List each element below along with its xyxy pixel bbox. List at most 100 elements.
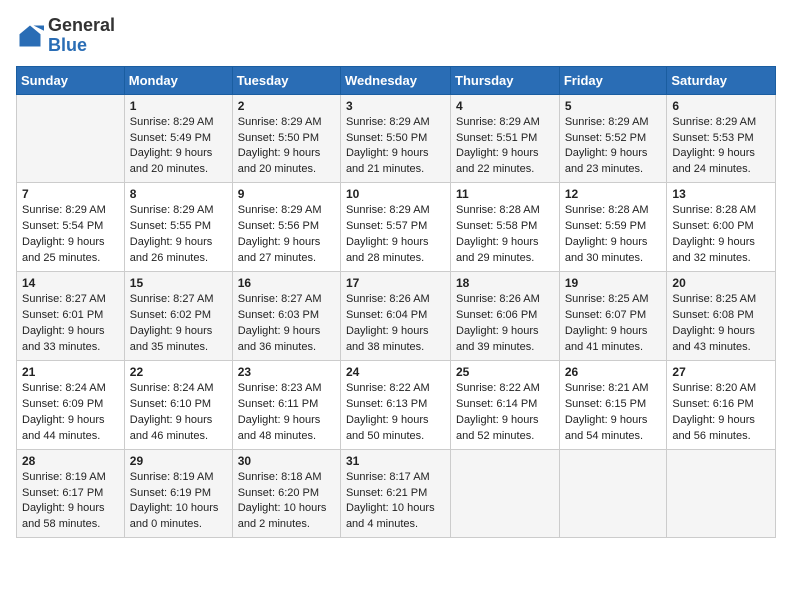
- sunrise-text: Sunrise: 8:26 AM: [456, 293, 540, 305]
- sunrise-text: Sunrise: 8:28 AM: [456, 204, 540, 216]
- day-info: Sunrise: 8:21 AM Sunset: 6:15 PM Dayligh…: [565, 381, 662, 445]
- daylight-text: Daylight: 9 hours and 24 minutes.: [672, 147, 755, 175]
- calendar-cell: 30 Sunrise: 8:18 AM Sunset: 6:20 PM Dayl…: [232, 449, 340, 538]
- weekday-header-tuesday: Tuesday: [232, 66, 340, 94]
- day-number: 3: [346, 99, 445, 113]
- day-info: Sunrise: 8:29 AM Sunset: 5:50 PM Dayligh…: [238, 115, 335, 179]
- sunrise-text: Sunrise: 8:27 AM: [238, 293, 322, 305]
- daylight-text: Daylight: 10 hours and 4 minutes.: [346, 502, 435, 530]
- day-number: 12: [565, 187, 662, 201]
- daylight-text: Daylight: 9 hours and 26 minutes.: [130, 236, 213, 264]
- daylight-text: Daylight: 9 hours and 54 minutes.: [565, 414, 648, 442]
- day-number: 23: [238, 365, 335, 379]
- calendar-week-5: 28 Sunrise: 8:19 AM Sunset: 6:17 PM Dayl…: [17, 449, 776, 538]
- sunset-text: Sunset: 6:10 PM: [130, 398, 211, 410]
- day-info: Sunrise: 8:29 AM Sunset: 5:54 PM Dayligh…: [22, 203, 119, 267]
- daylight-text: Daylight: 9 hours and 35 minutes.: [130, 325, 213, 353]
- sunrise-text: Sunrise: 8:29 AM: [672, 116, 756, 128]
- day-number: 15: [130, 276, 227, 290]
- day-info: Sunrise: 8:20 AM Sunset: 6:16 PM Dayligh…: [672, 381, 770, 445]
- daylight-text: Daylight: 9 hours and 48 minutes.: [238, 414, 321, 442]
- day-info: Sunrise: 8:29 AM Sunset: 5:57 PM Dayligh…: [346, 203, 445, 267]
- sunrise-text: Sunrise: 8:26 AM: [346, 293, 430, 305]
- daylight-text: Daylight: 9 hours and 43 minutes.: [672, 325, 755, 353]
- day-number: 9: [238, 187, 335, 201]
- daylight-text: Daylight: 9 hours and 25 minutes.: [22, 236, 105, 264]
- calendar-cell: 11 Sunrise: 8:28 AM Sunset: 5:58 PM Dayl…: [451, 183, 560, 272]
- day-number: 31: [346, 454, 445, 468]
- calendar-cell: 10 Sunrise: 8:29 AM Sunset: 5:57 PM Dayl…: [340, 183, 450, 272]
- calendar-cell: 18 Sunrise: 8:26 AM Sunset: 6:06 PM Dayl…: [451, 272, 560, 361]
- calendar-cell: [667, 449, 776, 538]
- sunrise-text: Sunrise: 8:27 AM: [22, 293, 106, 305]
- day-info: Sunrise: 8:27 AM Sunset: 6:01 PM Dayligh…: [22, 292, 119, 356]
- sunset-text: Sunset: 6:21 PM: [346, 487, 427, 499]
- calendar-cell: 1 Sunrise: 8:29 AM Sunset: 5:49 PM Dayli…: [124, 94, 232, 183]
- calendar-week-4: 21 Sunrise: 8:24 AM Sunset: 6:09 PM Dayl…: [17, 360, 776, 449]
- sunset-text: Sunset: 5:58 PM: [456, 220, 537, 232]
- sunrise-text: Sunrise: 8:23 AM: [238, 382, 322, 394]
- day-info: Sunrise: 8:27 AM Sunset: 6:03 PM Dayligh…: [238, 292, 335, 356]
- calendar-cell: 27 Sunrise: 8:20 AM Sunset: 6:16 PM Dayl…: [667, 360, 776, 449]
- day-info: Sunrise: 8:29 AM Sunset: 5:49 PM Dayligh…: [130, 115, 227, 179]
- daylight-text: Daylight: 9 hours and 20 minutes.: [238, 147, 321, 175]
- day-info: Sunrise: 8:26 AM Sunset: 6:04 PM Dayligh…: [346, 292, 445, 356]
- day-info: Sunrise: 8:18 AM Sunset: 6:20 PM Dayligh…: [238, 470, 335, 534]
- sunrise-text: Sunrise: 8:27 AM: [130, 293, 214, 305]
- calendar-cell: 8 Sunrise: 8:29 AM Sunset: 5:55 PM Dayli…: [124, 183, 232, 272]
- sunset-text: Sunset: 6:15 PM: [565, 398, 646, 410]
- day-info: Sunrise: 8:22 AM Sunset: 6:14 PM Dayligh…: [456, 381, 554, 445]
- calendar-cell: 20 Sunrise: 8:25 AM Sunset: 6:08 PM Dayl…: [667, 272, 776, 361]
- sunrise-text: Sunrise: 8:17 AM: [346, 471, 430, 483]
- day-info: Sunrise: 8:29 AM Sunset: 5:52 PM Dayligh…: [565, 115, 662, 179]
- calendar-cell: 9 Sunrise: 8:29 AM Sunset: 5:56 PM Dayli…: [232, 183, 340, 272]
- day-info: Sunrise: 8:19 AM Sunset: 6:19 PM Dayligh…: [130, 470, 227, 534]
- calendar-cell: [17, 94, 125, 183]
- day-number: 20: [672, 276, 770, 290]
- calendar-cell: 21 Sunrise: 8:24 AM Sunset: 6:09 PM Dayl…: [17, 360, 125, 449]
- calendar-cell: 4 Sunrise: 8:29 AM Sunset: 5:51 PM Dayli…: [451, 94, 560, 183]
- day-number: 17: [346, 276, 445, 290]
- sunset-text: Sunset: 5:50 PM: [238, 132, 319, 144]
- daylight-text: Daylight: 9 hours and 21 minutes.: [346, 147, 429, 175]
- calendar-cell: 3 Sunrise: 8:29 AM Sunset: 5:50 PM Dayli…: [340, 94, 450, 183]
- daylight-text: Daylight: 9 hours and 33 minutes.: [22, 325, 105, 353]
- calendar-cell: 5 Sunrise: 8:29 AM Sunset: 5:52 PM Dayli…: [559, 94, 667, 183]
- sunset-text: Sunset: 6:07 PM: [565, 309, 646, 321]
- sunrise-text: Sunrise: 8:29 AM: [565, 116, 649, 128]
- weekday-header-friday: Friday: [559, 66, 667, 94]
- day-number: 29: [130, 454, 227, 468]
- calendar-cell: 13 Sunrise: 8:28 AM Sunset: 6:00 PM Dayl…: [667, 183, 776, 272]
- weekday-header-saturday: Saturday: [667, 66, 776, 94]
- sunset-text: Sunset: 6:01 PM: [22, 309, 103, 321]
- sunrise-text: Sunrise: 8:29 AM: [238, 116, 322, 128]
- sunset-text: Sunset: 6:16 PM: [672, 398, 753, 410]
- sunrise-text: Sunrise: 8:24 AM: [130, 382, 214, 394]
- sunset-text: Sunset: 6:14 PM: [456, 398, 537, 410]
- day-number: 18: [456, 276, 554, 290]
- sunset-text: Sunset: 6:04 PM: [346, 309, 427, 321]
- weekday-header-row: SundayMondayTuesdayWednesdayThursdayFrid…: [17, 66, 776, 94]
- day-number: 28: [22, 454, 119, 468]
- calendar-cell: 24 Sunrise: 8:22 AM Sunset: 6:13 PM Dayl…: [340, 360, 450, 449]
- calendar-cell: 29 Sunrise: 8:19 AM Sunset: 6:19 PM Dayl…: [124, 449, 232, 538]
- daylight-text: Daylight: 9 hours and 27 minutes.: [238, 236, 321, 264]
- daylight-text: Daylight: 9 hours and 52 minutes.: [456, 414, 539, 442]
- sunrise-text: Sunrise: 8:20 AM: [672, 382, 756, 394]
- daylight-text: Daylight: 9 hours and 36 minutes.: [238, 325, 321, 353]
- calendar-cell: 14 Sunrise: 8:27 AM Sunset: 6:01 PM Dayl…: [17, 272, 125, 361]
- calendar-cell: 23 Sunrise: 8:23 AM Sunset: 6:11 PM Dayl…: [232, 360, 340, 449]
- daylight-text: Daylight: 9 hours and 32 minutes.: [672, 236, 755, 264]
- day-number: 26: [565, 365, 662, 379]
- sunset-text: Sunset: 5:59 PM: [565, 220, 646, 232]
- sunrise-text: Sunrise: 8:29 AM: [130, 116, 214, 128]
- day-info: Sunrise: 8:28 AM Sunset: 6:00 PM Dayligh…: [672, 203, 770, 267]
- calendar-cell: 28 Sunrise: 8:19 AM Sunset: 6:17 PM Dayl…: [17, 449, 125, 538]
- daylight-text: Daylight: 9 hours and 41 minutes.: [565, 325, 648, 353]
- logo: General Blue: [16, 16, 115, 56]
- day-info: Sunrise: 8:27 AM Sunset: 6:02 PM Dayligh…: [130, 292, 227, 356]
- sunrise-text: Sunrise: 8:29 AM: [346, 204, 430, 216]
- sunset-text: Sunset: 5:56 PM: [238, 220, 319, 232]
- calendar-cell: 6 Sunrise: 8:29 AM Sunset: 5:53 PM Dayli…: [667, 94, 776, 183]
- calendar-week-3: 14 Sunrise: 8:27 AM Sunset: 6:01 PM Dayl…: [17, 272, 776, 361]
